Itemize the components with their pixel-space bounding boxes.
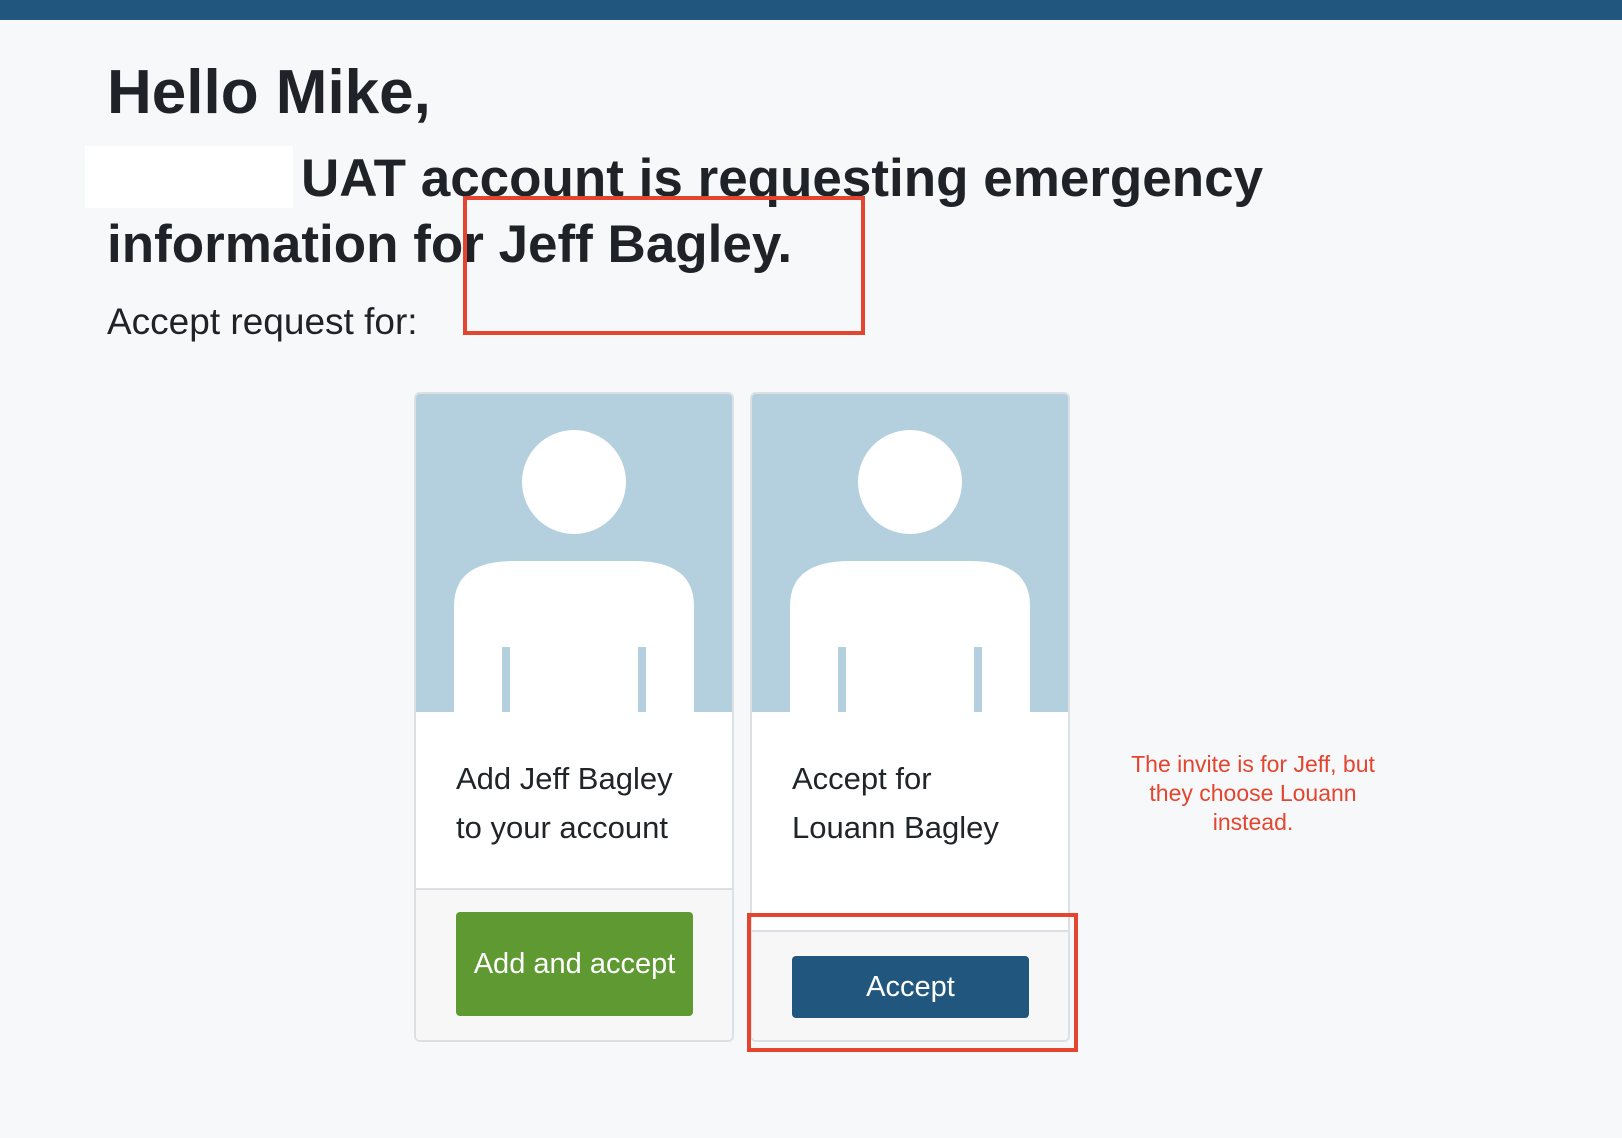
greeting-heading: Hello Mike, xyxy=(107,58,431,127)
person-placeholder-icon xyxy=(752,394,1068,712)
card-footer: Add and accept xyxy=(416,888,732,1040)
card-description: Add Jeff Bagley to your account xyxy=(456,761,673,845)
person-placeholder-icon xyxy=(416,394,732,712)
top-bar xyxy=(0,0,1622,20)
annotation-highlight-name xyxy=(463,196,865,335)
accept-request-label: Accept request for: xyxy=(107,301,418,342)
redacted-account-name xyxy=(85,146,293,208)
add-and-accept-button[interactable]: Add and accept xyxy=(456,912,693,1016)
annotation-note: The invite is for Jeff, but they choose … xyxy=(1131,751,1375,835)
annotation-highlight-accept xyxy=(747,913,1078,1052)
card-description: Accept for Louann Bagley xyxy=(792,761,999,845)
add-person-card: Add Jeff Bagley to your account Add and … xyxy=(414,392,734,1042)
